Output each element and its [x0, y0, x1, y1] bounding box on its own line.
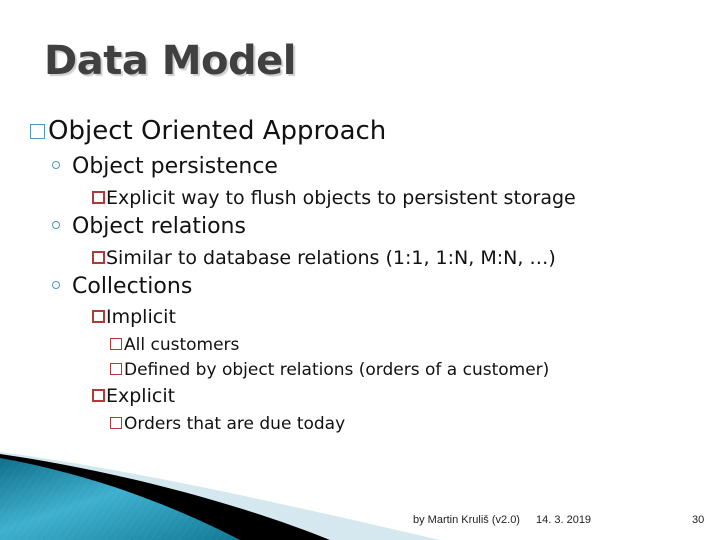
bullet-level4: Orders that are due today: [110, 414, 345, 434]
bullet-level1: Object Oriented Approach: [30, 116, 386, 146]
bullet-level4: All customers: [110, 335, 239, 355]
circle-bullet-icon: [52, 161, 60, 169]
bullet-text: Defined by object relations (orders of a…: [124, 360, 550, 380]
decorative-wave: [0, 452, 440, 540]
bullet-text: Orders that are due today: [124, 414, 346, 434]
bullet-text: Explicit way to flush objects to persist…: [106, 187, 576, 209]
bullet-level2: Object persistence: [52, 154, 278, 179]
bullet-level3: Implicit: [92, 306, 176, 328]
bullet-text: Implicit: [106, 306, 176, 328]
square-bullet-icon: [92, 191, 105, 204]
bullet-level3: Explicit way to flush objects to persist…: [92, 187, 576, 209]
bullet-text: Collections: [72, 274, 193, 299]
square-bullet-icon: [92, 251, 105, 264]
bullet-level4: Defined by object relations (orders of a…: [110, 360, 549, 380]
bullet-level2: Object relations: [52, 214, 246, 239]
bullet-text: Similar to database relations (1:1, 1:N,…: [106, 247, 556, 269]
square-bullet-icon: [92, 389, 105, 402]
square-bullet-icon: [110, 338, 122, 350]
bullet-level2: Collections: [52, 274, 192, 299]
footer-page-number: 30: [692, 514, 705, 526]
circle-bullet-icon: [52, 221, 60, 229]
bullet-text: Explicit: [106, 385, 176, 407]
circle-bullet-icon: [52, 281, 60, 289]
footer-author: by Martin Kruliš (v2.0): [413, 514, 520, 526]
slide-title: Data Model: [44, 38, 297, 84]
bullet-level3: Explicit: [92, 385, 175, 407]
bullet-text: Object Oriented Approach: [48, 116, 387, 146]
square-bullet-icon: [92, 310, 105, 323]
bullet-level3: Similar to database relations (1:1, 1:N,…: [92, 247, 556, 269]
footer-date: 14. 3. 2019: [536, 514, 592, 526]
bullet-text: Object relations: [72, 214, 246, 239]
square-bullet-icon: [30, 124, 45, 139]
bullet-text: All customers: [124, 335, 240, 355]
square-bullet-icon: [110, 363, 122, 375]
bullet-text: Object persistence: [72, 154, 278, 179]
square-bullet-icon: [110, 417, 122, 429]
